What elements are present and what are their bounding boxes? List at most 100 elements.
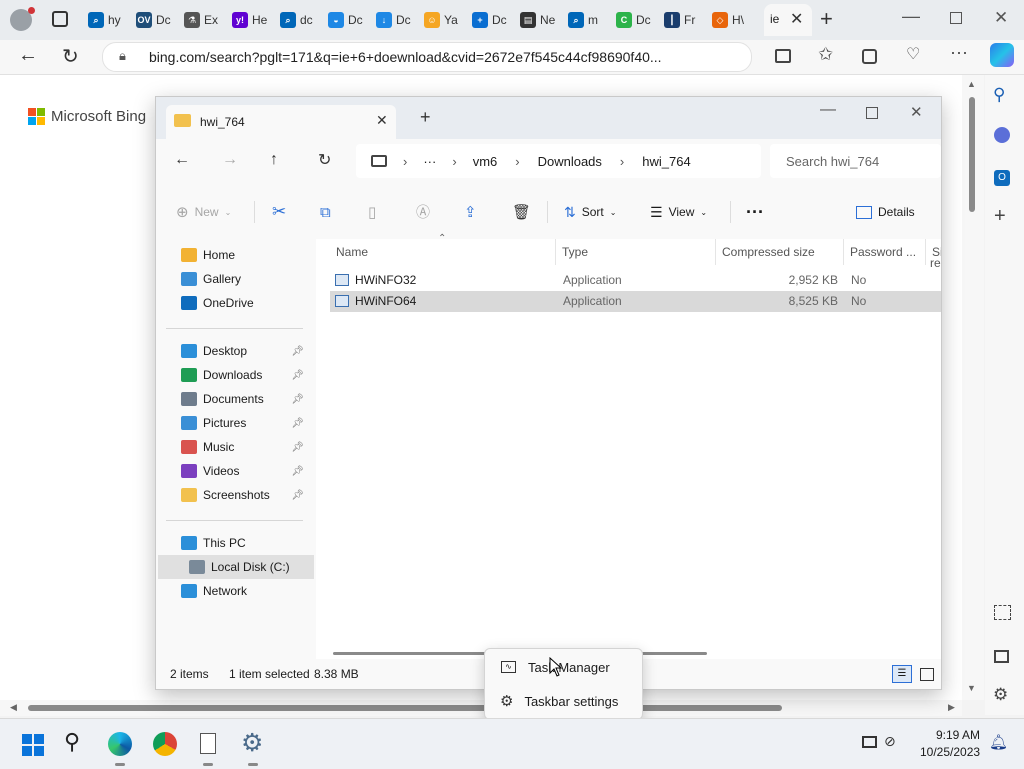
sidebar-item-screenshots[interactable]: Screenshots 📌︎ xyxy=(156,483,312,507)
breadcrumb-vm6[interactable]: vm6 xyxy=(473,154,498,169)
view-button[interactable]: ☰ View ⌄ xyxy=(650,185,707,239)
explorer-close-icon[interactable]: ✕ xyxy=(910,103,923,121)
breadcrumb-downloads[interactable]: Downloads xyxy=(538,154,602,169)
copilot-icon[interactable] xyxy=(990,43,1014,67)
sidebar-item-local-disk-c[interactable]: Local Disk (C:) xyxy=(158,555,314,579)
table-row[interactable]: HWiNFO32 Application 2,952 KB No xyxy=(330,270,941,291)
copilot-app-icon[interactable] xyxy=(994,127,1010,143)
add-sidebar-icon[interactable]: + xyxy=(994,205,1006,228)
browser-tab[interactable]: C Dc xyxy=(616,8,660,32)
settings-more-icon[interactable]: ··· xyxy=(950,42,968,63)
search-box[interactable]: Search hwi_764 xyxy=(770,144,941,178)
sidebar-item-documents[interactable]: Documents 📌︎ xyxy=(156,387,312,411)
explorer-forward-icon[interactable]: → xyxy=(222,151,238,169)
sidebar-item-downloads[interactable]: Downloads 📌︎ xyxy=(156,363,312,387)
details-view-icon[interactable]: ☰ xyxy=(892,665,912,683)
taskbar-settings-item[interactable]: ⚙ Taskbar settings xyxy=(489,686,638,716)
notification-bell-icon[interactable]: 🔔︎ xyxy=(989,733,1008,751)
paste-button[interactable]: ▯ xyxy=(368,185,376,239)
sidebar-settings-icon[interactable]: ⚙ xyxy=(993,685,1008,705)
taskbar-search-icon[interactable]: ⚲ xyxy=(64,729,80,755)
close-tab-icon[interactable]: ✕ xyxy=(790,9,803,29)
table-row-selected[interactable]: HWiNFO64 Application 8,525 KB No xyxy=(330,291,941,312)
close-explorer-tab-icon[interactable]: ✕ xyxy=(376,112,388,129)
explorer-up-icon[interactable]: ↑ xyxy=(270,151,278,169)
chrome-taskbar-icon[interactable] xyxy=(153,732,177,756)
computer-icon[interactable] xyxy=(371,155,387,167)
tiles-view-icon[interactable] xyxy=(920,668,934,681)
column-header[interactable]: Name xyxy=(330,239,556,265)
profile-avatar[interactable] xyxy=(10,7,35,31)
close-window-icon[interactable]: ✕ xyxy=(994,8,1008,28)
sidebar-toggle-icon[interactable] xyxy=(994,650,1009,663)
browser-tab[interactable]: ⚗ Ex xyxy=(184,8,228,32)
restore-icon[interactable] xyxy=(950,12,962,24)
tab-actions-icon[interactable] xyxy=(52,11,68,27)
scroll-thumb[interactable] xyxy=(969,97,975,212)
sort-button[interactable]: ⇅ Sort ⌄ xyxy=(564,185,616,239)
split-screen-icon[interactable] xyxy=(775,49,791,63)
sidebar-item-network[interactable]: Network xyxy=(156,579,312,603)
browser-tab[interactable]: ▤ Ne xyxy=(520,8,564,32)
browser-tab[interactable]: + Dc xyxy=(472,8,516,32)
scroll-up-icon[interactable]: ▲ xyxy=(967,79,976,89)
page-horizontal-scrollbar[interactable]: ◀ ▶ xyxy=(0,700,962,716)
browser-tab[interactable]: y! He xyxy=(232,8,276,32)
browser-tab[interactable]: ☺ Ya xyxy=(424,8,468,32)
minimize-icon[interactable]: — xyxy=(902,6,920,27)
sidebar-item-this-pc[interactable]: This PC xyxy=(156,531,312,555)
explorer-tab[interactable]: hwi_764 ✕ xyxy=(166,105,396,139)
rename-button[interactable]: Ⓐ xyxy=(416,185,430,239)
page-vertical-scrollbar[interactable]: ▲ ▼ xyxy=(962,75,984,700)
cut-button[interactable]: ✂ xyxy=(272,185,286,239)
active-tab[interactable]: ie ✕ xyxy=(764,4,812,36)
file-taskbar-icon[interactable] xyxy=(200,733,216,754)
sidebar-item-gallery[interactable]: Gallery xyxy=(156,267,312,291)
settings-taskbar-icon[interactable]: ⚙ xyxy=(241,728,263,758)
sidebar-item-videos[interactable]: Videos 📌︎ xyxy=(156,459,312,483)
copy-button[interactable]: ⧉ xyxy=(320,185,331,239)
sidebar-item-pictures[interactable]: Pictures 📌︎ xyxy=(156,411,312,435)
browser-tab[interactable]: ┃ Fr xyxy=(664,8,708,32)
browser-tab[interactable]: OV Dc xyxy=(136,8,180,32)
sidebar-item-desktop[interactable]: Desktop 📌︎ xyxy=(156,339,312,363)
edge-taskbar-icon[interactable] xyxy=(108,732,132,756)
new-button[interactable]: ⊕ New ⌄ xyxy=(176,185,231,239)
scroll-right-icon[interactable]: ▶ xyxy=(948,702,955,713)
browser-tab[interactable]: ⌕ m xyxy=(568,8,612,32)
scroll-left-icon[interactable]: ◀ xyxy=(10,702,17,713)
browser-tab[interactable]: ◒ Dc xyxy=(328,8,372,32)
delete-button[interactable]: 🗑︎ xyxy=(512,185,531,239)
collections-icon[interactable] xyxy=(862,49,877,64)
back-icon[interactable]: ← xyxy=(18,44,38,67)
bing-logo[interactable]: Microsoft Bing xyxy=(28,108,146,125)
browser-tab[interactable]: ⌕ hy xyxy=(88,8,132,32)
outlook-icon[interactable]: O xyxy=(994,170,1010,186)
scroll-down-icon[interactable]: ▼ xyxy=(967,683,976,693)
explorer-refresh-icon[interactable]: ↻ xyxy=(318,150,331,170)
favorites-icon[interactable]: ✩ xyxy=(818,44,833,65)
sidebar-item-home[interactable]: Home xyxy=(156,243,312,267)
new-explorer-tab-icon[interactable]: + xyxy=(420,107,431,128)
hscroll-thumb[interactable] xyxy=(28,705,782,711)
details-button[interactable]: Details xyxy=(856,185,915,239)
breadcrumb-hwi-764[interactable]: hwi_764 xyxy=(642,154,690,169)
refresh-icon[interactable]: ↻ xyxy=(62,44,79,69)
share-button[interactable]: ⇪ xyxy=(464,185,477,239)
column-header[interactable]: Password ... xyxy=(844,239,926,265)
breadcrumb-more[interactable]: ··· xyxy=(423,154,436,169)
explorer-minimize-icon[interactable]: — xyxy=(820,101,836,119)
browser-tab[interactable]: ↓ Dc xyxy=(376,8,420,32)
browser-tab[interactable]: ◇ H\ xyxy=(712,8,756,32)
search-icon[interactable]: ⚲ xyxy=(993,85,1005,105)
explorer-back-icon[interactable]: ← xyxy=(174,151,190,169)
screenshot-icon[interactable] xyxy=(994,605,1011,620)
performance-icon[interactable]: ♡ xyxy=(906,44,920,64)
clock-time[interactable]: 9:19 AM xyxy=(936,728,980,742)
volume-mute-icon[interactable]: ⊘ xyxy=(884,733,896,750)
explorer-maximize-icon[interactable] xyxy=(866,107,878,119)
windows-start-icon[interactable] xyxy=(22,734,44,756)
task-manager-item[interactable]: ∿ Task Manager xyxy=(489,652,638,682)
network-tray-icon[interactable] xyxy=(862,736,877,748)
browser-tab[interactable]: ⌕ dc xyxy=(280,8,324,32)
